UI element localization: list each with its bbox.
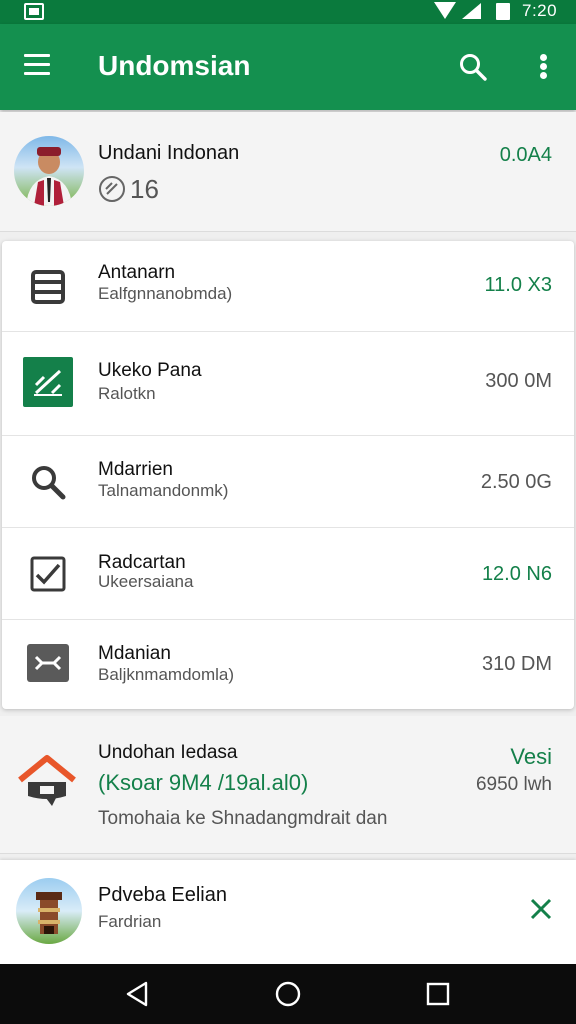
list-item[interactable]: Antanarn Ealfgnnanobmda) 11.0 X3 xyxy=(2,241,574,332)
list-item-subtitle: Ealfgnnanobmda) xyxy=(98,284,233,303)
list-icon xyxy=(31,270,65,304)
profile-section[interactable]: Undani Indonan 16 0.0A4 xyxy=(0,112,576,232)
list-item-subtitle: Ralotkn xyxy=(98,384,156,403)
list-item-title: Mdanian xyxy=(98,643,171,664)
home-icon[interactable] xyxy=(274,980,302,1008)
notification-card[interactable]: Pdveba Eelian Fardrian xyxy=(0,860,576,964)
search-icon xyxy=(32,466,66,500)
list-item-title: Antanarn xyxy=(98,262,176,283)
notification-subtitle: Fardrian xyxy=(98,912,162,931)
back-icon[interactable] xyxy=(124,980,152,1008)
profile-count-value: 16 xyxy=(130,173,159,204)
promo-description: Tomohaia ke Shnadangmdrait dan xyxy=(98,808,388,829)
list-item-subtitle: Ukeersaiana xyxy=(98,572,194,591)
list-item-value: 11.0 X3 xyxy=(484,274,552,296)
list-item[interactable]: Mdanian Baljknmamdomla) 310 DM xyxy=(2,620,574,709)
hamburger-menu-icon[interactable] xyxy=(24,54,50,76)
app-bar: Undomsian xyxy=(0,24,576,110)
status-bar: 7:20 xyxy=(0,0,576,24)
list-item[interactable]: Ukeko Pana Ralotkn 300 0M xyxy=(2,332,574,436)
list-item-title: Radcartan xyxy=(98,552,186,573)
profile-balance: 0.0A4 xyxy=(499,144,552,166)
chart-icon xyxy=(23,357,73,407)
profile-name: Undani Indonan xyxy=(98,142,240,164)
notification-avatar xyxy=(16,878,82,944)
more-vert-icon[interactable] xyxy=(540,54,548,80)
gallery-icon xyxy=(24,3,44,20)
profile-count: 16 xyxy=(98,174,159,204)
list-item[interactable]: Radcartan Ukeersaiana 12.0 N6 xyxy=(2,528,574,620)
list-item-title: Mdarrien xyxy=(98,459,173,480)
battery-icon xyxy=(496,3,510,20)
close-icon[interactable] xyxy=(528,896,554,922)
list-item-subtitle: Talnamandonmk) xyxy=(98,481,229,500)
status-time: 7:20 xyxy=(522,1,558,20)
close-box-icon xyxy=(27,644,69,682)
app-title: Undomsian xyxy=(98,50,251,81)
account-list-card: Antanarn Ealfgnnanobmda) 11.0 X3 Ukeko P… xyxy=(2,241,574,709)
house-icon xyxy=(18,755,76,806)
checkbox-icon xyxy=(30,556,66,592)
list-item[interactable]: Mdarrien Talnamandonmk) 2.50 0G xyxy=(2,436,574,528)
notification-title: Pdveba Eelian xyxy=(98,884,227,906)
list-item-subtitle: Baljknmamdomla) xyxy=(98,665,235,684)
search-icon[interactable] xyxy=(458,52,488,82)
promo-value: 6950 lwh xyxy=(475,774,552,795)
clock-icon xyxy=(99,176,125,202)
list-item-value: 2.50 0G xyxy=(480,471,552,493)
promo-highlight: (Ksoar 9M4 /19al.al0) xyxy=(98,770,309,795)
wifi-icon xyxy=(434,2,456,19)
promo-title: Undohan Iedasa xyxy=(98,742,238,763)
list-item-value: 12.0 N6 xyxy=(481,563,552,585)
signal-icon xyxy=(462,3,481,19)
profile-avatar[interactable] xyxy=(14,136,84,206)
system-nav-bar xyxy=(0,964,576,1024)
recents-icon[interactable] xyxy=(424,980,452,1008)
promo-section[interactable]: Undohan Iedasa (Ksoar 9M4 /19al.al0) Tom… xyxy=(0,716,576,854)
list-item-value: 300 0M xyxy=(485,370,552,392)
promo-badge: Vesi xyxy=(510,744,552,769)
list-item-value: 310 DM xyxy=(481,653,552,675)
list-item-title: Ukeko Pana xyxy=(98,360,202,381)
